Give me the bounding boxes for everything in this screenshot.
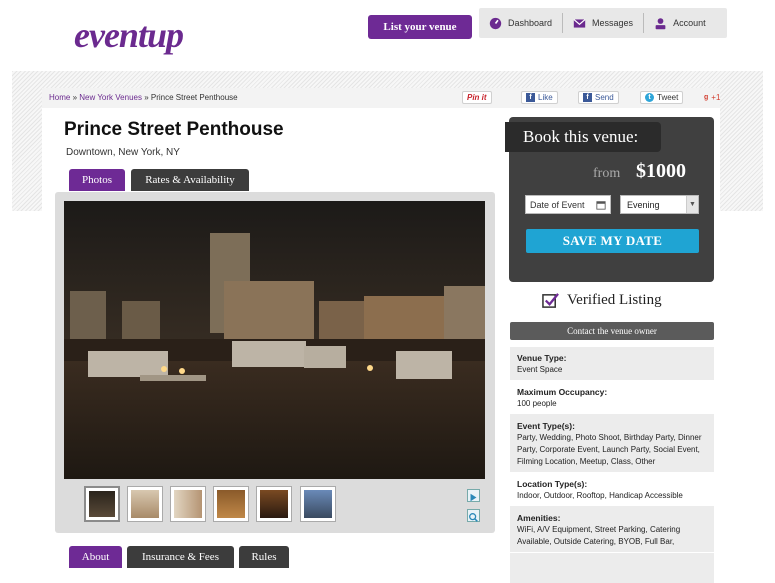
zoom-icon[interactable] <box>467 509 480 522</box>
tab-photos[interactable]: Photos <box>69 169 125 191</box>
like-label: Like <box>538 93 553 102</box>
gallery-thumbnail[interactable] <box>127 486 163 522</box>
gallery-thumbnail[interactable] <box>300 486 336 522</box>
tab-about[interactable]: About <box>69 546 122 568</box>
detail-amenities: Amenities: WiFi, A/V Equipment, Street P… <box>510 507 714 553</box>
thumbnail-image <box>217 490 245 518</box>
gallery-thumbnail[interactable] <box>84 486 120 522</box>
detail-label: Venue Type: <box>517 353 567 363</box>
calendar-icon <box>596 200 606 210</box>
thumbnail-image <box>131 490 159 518</box>
detail-value: Indoor, Outdoor, Rooftop, Handicap Acces… <box>517 491 683 500</box>
detail-label: Maximum Occupancy: <box>517 387 608 397</box>
nav-dashboard-label: Dashboard <box>508 18 553 28</box>
thumbnail-image <box>89 491 115 517</box>
detail-label: Location Type(s): <box>517 479 588 489</box>
tab-rules[interactable]: Rules <box>239 546 289 568</box>
user-icon <box>655 17 666 29</box>
thumbnail-image <box>260 490 288 518</box>
breadcrumb-separator: » <box>141 93 151 102</box>
gallery-thumbnail[interactable] <box>213 486 249 522</box>
page-title: Prince Street Penthouse <box>64 119 284 140</box>
thumbnail-image <box>304 490 332 518</box>
facebook-send-button[interactable]: f Send <box>578 91 619 104</box>
detail-event-types: Event Type(s): Party, Wedding, Photo Sho… <box>510 415 714 473</box>
google-plus-button[interactable]: g +1 <box>700 91 724 104</box>
pinit-button[interactable]: Pin it <box>462 91 492 104</box>
checkbox-checked-icon <box>542 293 559 308</box>
facebook-like-button[interactable]: f Like <box>521 91 558 104</box>
price-value: $1000 <box>636 160 686 182</box>
main-venue-photo[interactable] <box>64 201 485 479</box>
save-my-date-button[interactable]: SAVE MY DATE <box>526 229 699 253</box>
thumbnail-image <box>174 490 202 518</box>
gplus-label: +1 <box>711 93 721 102</box>
nav-messages-label: Messages <box>592 18 634 28</box>
google-plus-icon: g <box>704 94 709 101</box>
gallery-thumbnail[interactable] <box>256 486 292 522</box>
price-from-label: from <box>593 166 621 181</box>
verified-listing-badge: Verified Listing <box>542 292 662 309</box>
breadcrumb-separator: » <box>70 93 80 102</box>
envelope-icon <box>573 18 586 28</box>
venue-details-list: Venue Type: Event Space Maximum Occupanc… <box>510 347 714 583</box>
time-selected-value: Evening <box>627 199 660 210</box>
date-of-event-field[interactable]: Date of Event <box>525 195 611 214</box>
venue-location: Downtown, New York, NY <box>66 147 180 158</box>
play-slideshow-icon[interactable] <box>467 489 480 502</box>
verified-listing-label: Verified Listing <box>567 292 662 308</box>
top-navigation: Dashboard Messages Account <box>479 8 727 38</box>
detail-venue-type: Venue Type: Event Space <box>510 347 714 381</box>
breadcrumb-current: Prince Street Penthouse <box>150 93 238 102</box>
tab-rates-availability[interactable]: Rates & Availability <box>131 169 249 191</box>
eventup-logo[interactable]: eventup <box>74 14 184 56</box>
send-label: Send <box>595 93 614 102</box>
list-your-venue-button[interactable]: List your venue <box>368 15 472 39</box>
nav-account-label: Account <box>673 18 706 28</box>
detail-value: 100 people <box>517 399 557 408</box>
detail-location-types: Location Type(s): Indoor, Outdoor, Rooft… <box>510 473 714 507</box>
dashboard-icon <box>489 17 502 29</box>
tweet-label: Tweet <box>657 93 679 102</box>
facebook-icon: f <box>526 93 535 102</box>
detail-label: Event Type(s): <box>517 421 575 431</box>
tweet-button[interactable]: t Tweet <box>640 91 684 104</box>
book-this-venue-heading: Book this venue: <box>505 122 661 152</box>
date-placeholder: Date of Event <box>530 199 585 210</box>
detail-value: Event Space <box>517 365 563 374</box>
detail-value: Party, Wedding, Photo Shoot, Birthday Pa… <box>517 433 702 466</box>
dropdown-arrow-icon: ▼ <box>686 196 698 213</box>
time-of-day-select[interactable]: Evening ▼ <box>620 195 699 214</box>
tab-insurance-fees[interactable]: Insurance & Fees <box>127 546 234 568</box>
breadcrumb: Home » New York Venues » Prince Street P… <box>49 93 238 102</box>
nav-account[interactable]: Account <box>644 13 716 33</box>
twitter-bird-icon: t <box>645 93 654 102</box>
pinterest-label: Pin it <box>467 93 487 102</box>
gallery-thumbnail[interactable] <box>170 486 206 522</box>
breadcrumb-city-link[interactable]: New York Venues <box>79 93 142 102</box>
nav-messages[interactable]: Messages <box>563 13 645 33</box>
detail-label: Amenities: <box>517 513 561 523</box>
nav-dashboard[interactable]: Dashboard <box>479 13 564 33</box>
breadcrumb-home-link[interactable]: Home <box>49 93 70 102</box>
rooftop-skyline-photo <box>64 201 485 479</box>
detail-max-occupancy: Maximum Occupancy: 100 people <box>510 381 714 415</box>
facebook-icon: f <box>583 93 592 102</box>
contact-venue-owner-button[interactable]: Contact the venue owner <box>510 322 714 340</box>
detail-value: WiFi, A/V Equipment, Street Parking, Cat… <box>517 525 681 546</box>
